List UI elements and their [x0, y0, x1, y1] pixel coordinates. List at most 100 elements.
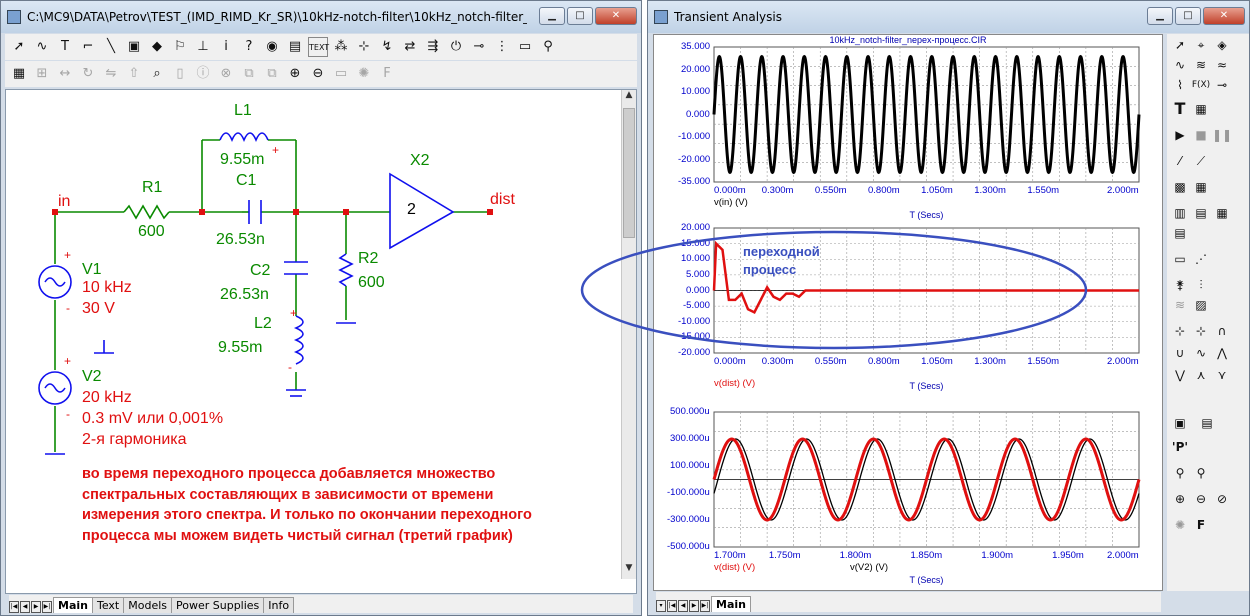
- frame-icon[interactable]: ▭: [1170, 250, 1190, 268]
- grid-c-icon[interactable]: ▥: [1170, 204, 1190, 222]
- wave-icon[interactable]: ∿: [1170, 56, 1190, 74]
- step-icon[interactable]: ⇧: [124, 64, 144, 84]
- mirror-icon[interactable]: ↔: [55, 64, 75, 84]
- group-icon[interactable]: ⊞: [32, 64, 52, 84]
- top-icon[interactable]: ⋏: [1191, 366, 1211, 384]
- maximize-button[interactable]: □: [567, 7, 593, 25]
- inflect-icon[interactable]: ∿: [1191, 344, 1211, 362]
- scroll-down-icon[interactable]: ▼: [622, 563, 636, 579]
- bottom-icon[interactable]: ⋎: [1212, 366, 1232, 384]
- select-arrow-icon[interactable]: ➚: [9, 37, 29, 57]
- zoom-out-plot-icon[interactable]: ⊖: [1191, 490, 1211, 508]
- probe-icon[interactable]: ⚲: [538, 37, 558, 57]
- attr-icon[interactable]: ▤: [285, 37, 305, 57]
- flag-icon[interactable]: ⚐: [170, 37, 190, 57]
- component-icon[interactable]: ▣: [124, 37, 144, 57]
- wire-icon[interactable]: ∿: [32, 37, 52, 57]
- label-icon[interactable]: ⌇: [1170, 76, 1190, 94]
- palette-icon[interactable]: ✺: [354, 64, 374, 84]
- plot-props-icon[interactable]: ▨: [1191, 296, 1211, 314]
- tab-info[interactable]: Info: [263, 597, 295, 613]
- window-icon[interactable]: ▭: [515, 37, 535, 57]
- zoom-fit-icon[interactable]: ⊘: [1212, 490, 1232, 508]
- help-icon[interactable]: ?: [239, 37, 259, 57]
- copy-icon[interactable]: ⧉: [239, 64, 259, 84]
- grid-e-icon[interactable]: ▦: [1212, 204, 1232, 222]
- transient-maximize-button[interactable]: □: [1175, 7, 1201, 25]
- find-icon[interactable]: ⌕: [147, 64, 167, 84]
- on-off-icon[interactable]: ⏻: [446, 37, 466, 57]
- tab-power-supplies[interactable]: Power Supplies: [171, 597, 265, 613]
- tab-next-icon[interactable]: ▶: [31, 601, 41, 613]
- info-icon[interactable]: i: [216, 37, 236, 57]
- grid-b-icon[interactable]: ▦: [1191, 178, 1211, 196]
- schematic-vscrollbar[interactable]: ▲ ▼: [621, 90, 636, 579]
- minimize-button[interactable]: ▁: [539, 7, 565, 25]
- ortho-wire-icon[interactable]: ⌐: [78, 37, 98, 57]
- line-tool-icon[interactable]: ⁄: [1170, 152, 1190, 170]
- transient-minimize-button[interactable]: ▁: [1147, 7, 1173, 25]
- diagonal-wire-icon[interactable]: ╲: [101, 37, 121, 57]
- props-icon[interactable]: ▦: [1191, 100, 1211, 118]
- info-circle-icon[interactable]: ⓘ: [193, 64, 213, 84]
- fx-icon[interactable]: F(X): [1191, 76, 1211, 94]
- list-icon[interactable]: ▤: [1197, 414, 1217, 432]
- zoom-out-icon[interactable]: ⊖: [308, 64, 328, 84]
- transient-close-button[interactable]: ✕: [1203, 7, 1245, 25]
- p-tag-icon[interactable]: 'P': [1170, 438, 1190, 456]
- cursor-icon[interactable]: ◈: [1212, 36, 1232, 54]
- text-tool-icon[interactable]: T: [55, 37, 75, 57]
- stop-run-icon[interactable]: ■: [1191, 126, 1211, 144]
- grid-d-icon[interactable]: ▤: [1191, 204, 1211, 222]
- tab-prev-icon[interactable]: ◀: [20, 601, 30, 613]
- grid-f-icon[interactable]: ▤: [1170, 224, 1190, 242]
- voltage-icon[interactable]: ↯: [377, 37, 397, 57]
- tab-models[interactable]: Models: [123, 597, 172, 613]
- node-numbers-icon[interactable]: ⁂: [331, 37, 351, 57]
- pin-icon[interactable]: ⊥: [193, 37, 213, 57]
- wave2-icon[interactable]: ≋: [1191, 56, 1211, 74]
- cursor-right-icon[interactable]: ⚲: [1191, 464, 1211, 482]
- bookmark-icon[interactable]: ▯: [170, 64, 190, 84]
- scroll-thumb[interactable]: [623, 108, 635, 238]
- peak-icon[interactable]: ⊹: [1170, 322, 1190, 340]
- grid-icon[interactable]: ⋮: [492, 37, 512, 57]
- ruler-icon[interactable]: ≋: [1170, 296, 1190, 314]
- zoom-in-plot-icon[interactable]: ⊕: [1170, 490, 1190, 508]
- text-icon[interactable]: T: [1170, 100, 1190, 118]
- global-high-icon[interactable]: ⋀: [1212, 344, 1232, 362]
- scroll-up-icon[interactable]: ▲: [622, 90, 636, 106]
- high-icon[interactable]: ∩: [1212, 322, 1232, 340]
- low-icon[interactable]: ∪: [1170, 344, 1190, 362]
- point-tag-icon[interactable]: ⊸: [1212, 76, 1232, 94]
- flip-icon[interactable]: ⇋: [101, 64, 121, 84]
- library-icon[interactable]: ▣: [1170, 414, 1190, 432]
- wave3-icon[interactable]: ≈: [1212, 56, 1232, 74]
- tab-text[interactable]: Text: [91, 597, 125, 613]
- tab-main[interactable]: Main: [53, 597, 93, 613]
- cursor-left-icon[interactable]: ⚲: [1170, 464, 1190, 482]
- stop-icon[interactable]: ⊗: [216, 64, 236, 84]
- select-icon[interactable]: ➚: [1170, 36, 1190, 54]
- power-icon[interactable]: ⇶: [423, 37, 443, 57]
- plot-tab-first-icon[interactable]: |◀: [667, 600, 677, 612]
- grid-a-icon[interactable]: ▩: [1170, 178, 1190, 196]
- plot-tab-next-icon[interactable]: ▶: [689, 600, 699, 612]
- plot-tab-menu-icon[interactable]: ▾: [656, 600, 666, 612]
- font-plot-icon[interactable]: F: [1191, 516, 1211, 534]
- schematic-canvas[interactable]: in dist R1 600 L1 9.55m C1 26.53n X2 2 R…: [5, 89, 637, 594]
- scale-icon[interactable]: ⌖: [1191, 36, 1211, 54]
- font-icon[interactable]: F: [377, 64, 397, 84]
- point-icon[interactable]: ◉: [262, 37, 282, 57]
- run-icon[interactable]: ▶: [1170, 126, 1190, 144]
- color-icon[interactable]: ✺: [1170, 516, 1190, 534]
- tab-last-icon[interactable]: ▶|: [42, 601, 52, 613]
- close-button[interactable]: ✕: [595, 7, 637, 25]
- valley-icon[interactable]: ⊹: [1191, 322, 1211, 340]
- page-icon[interactable]: ▭: [331, 64, 351, 84]
- tab-first-icon[interactable]: |◀: [9, 601, 19, 613]
- data-points-icon[interactable]: ⋰: [1191, 250, 1211, 268]
- properties-icon[interactable]: ▦: [9, 64, 29, 84]
- plot-area[interactable]: 10kHz_notch-filter_nepex-процесс.CIR 35.0…: [653, 34, 1163, 591]
- tokens-icon[interactable]: ⚵: [1170, 276, 1190, 294]
